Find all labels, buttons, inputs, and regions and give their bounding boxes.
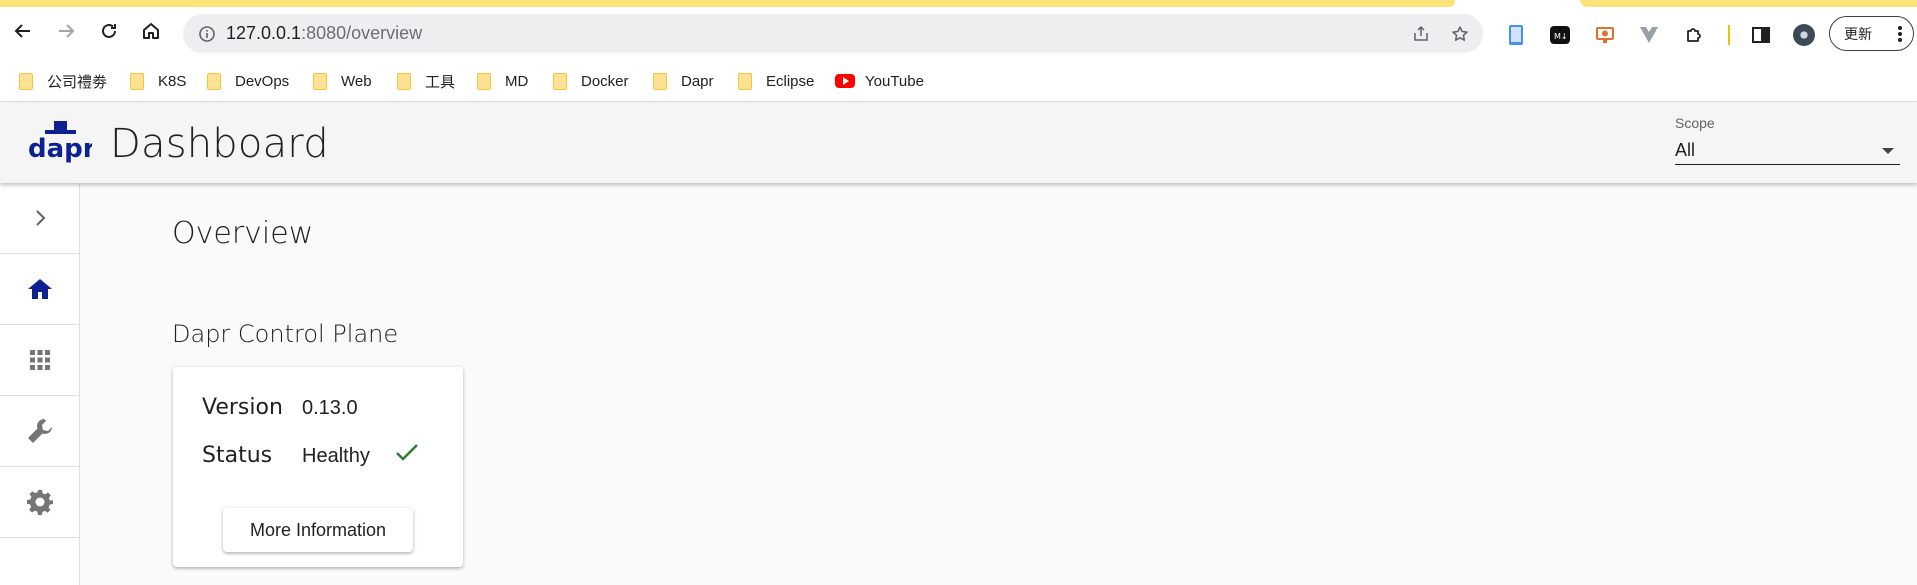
main-content: Overview Dapr Control Plane Version 0.13…: [81, 183, 1917, 585]
address-bar[interactable]: 127.0.0.1:8080/overview: [183, 14, 1483, 53]
more-information-label: More Information: [249, 519, 387, 540]
home-button[interactable]: [139, 19, 163, 43]
bookmark-item[interactable]: MD: [477, 70, 528, 92]
puzzle-extensions-icon[interactable]: [1683, 24, 1705, 46]
forward-button[interactable]: [54, 19, 78, 43]
bookmark-item[interactable]: Web: [313, 70, 372, 92]
sidebar-expand-button[interactable]: [0, 183, 79, 254]
bookmark-label: Dapr: [681, 72, 714, 90]
markdown-extension-icon[interactable]: M↓: [1549, 24, 1571, 46]
vue-devtools-icon[interactable]: [1638, 24, 1660, 46]
settings-icon: [26, 490, 53, 515]
url-text[interactable]: 127.0.0.1:8080/overview: [226, 23, 422, 44]
bookmark-label: Web: [341, 72, 372, 90]
back-button[interactable]: [11, 19, 35, 43]
tab-strip: [0, 0, 1917, 7]
scope-value: All: [1675, 140, 1696, 160]
folder-icon: [738, 72, 752, 90]
tab-edge: [1580, 0, 1917, 7]
bookmark-item[interactable]: K8S: [130, 70, 186, 92]
browser-toolbar: 127.0.0.1:8080/overview M↓ 更新: [0, 7, 1917, 60]
bookmark-label: DevOps: [235, 72, 290, 90]
bookmark-star-icon[interactable]: [1450, 24, 1470, 44]
app-header: dapr Dashboard Scope All: [0, 103, 1917, 183]
bookmark-label: K8S: [158, 72, 187, 90]
update-button-label: 更新: [1844, 25, 1872, 42]
scope-dropdown[interactable]: All: [1675, 137, 1900, 165]
folder-icon: [653, 72, 667, 90]
arrow-right-icon: [59, 24, 75, 38]
folder-icon: [477, 72, 491, 90]
folder-icon: [130, 72, 144, 90]
bookmark-item[interactable]: Eclipse: [738, 70, 814, 92]
home-icon: [27, 279, 52, 299]
app-title: Dashboard: [110, 121, 329, 167]
control-plane-card: Version 0.13.0 Status Healthy More Infor…: [173, 367, 463, 567]
section-title: Dapr Control Plane: [172, 320, 399, 348]
wrench-icon: [27, 419, 52, 443]
bookmark-item[interactable]: Docker: [553, 70, 629, 92]
sidebar-item-settings[interactable]: [0, 467, 79, 538]
toolbar-divider: [1728, 25, 1730, 45]
apps-grid-icon: [29, 350, 50, 370]
reload-icon: [102, 23, 116, 38]
update-button[interactable]: 更新: [1829, 16, 1914, 51]
caret-down-icon: [1882, 147, 1894, 154]
scope-select[interactable]: Scope All: [1675, 115, 1900, 165]
reload-button[interactable]: [97, 19, 121, 43]
bookmark-item[interactable]: DevOps: [207, 70, 289, 92]
bookmark-item[interactable]: Dapr: [653, 70, 714, 92]
bookmark-label: YouTube: [865, 72, 924, 90]
profile-avatar-icon[interactable]: [1793, 24, 1815, 46]
sidebar-item-applications[interactable]: [0, 325, 79, 396]
url-path: :8080/overview: [301, 23, 423, 43]
bookmark-label: 公司禮劵: [47, 73, 108, 91]
version-label: Version: [202, 395, 283, 420]
version-value: 0.13.0: [302, 397, 358, 419]
phone-extension-icon[interactable]: [1505, 24, 1527, 46]
bookmark-item[interactable]: 工具: [397, 70, 455, 92]
monitor-extension-icon[interactable]: [1594, 24, 1616, 46]
more-information-button[interactable]: More Information: [223, 508, 413, 552]
bookmark-label: Docker: [581, 72, 629, 90]
bookmark-item[interactable]: 公司禮劵: [19, 70, 107, 92]
sidebar: [0, 183, 80, 585]
share-icon[interactable]: [1411, 24, 1431, 44]
dapr-logo-icon: dapr: [28, 121, 92, 164]
bookmark-label: 工具: [425, 73, 456, 91]
folder-icon: [19, 72, 33, 90]
more-vert-icon: [1898, 26, 1902, 42]
home-outline-icon: [143, 23, 159, 39]
bookmarks-bar: 公司禮劵 K8S DevOps Web 工具 MD Docker Dapr Ec…: [0, 60, 1917, 102]
version-row: Version 0.13.0: [202, 395, 358, 420]
folder-icon: [207, 72, 221, 90]
sidebar-item-overview[interactable]: [0, 254, 79, 325]
side-panel-icon[interactable]: [1750, 24, 1772, 46]
bookmark-item[interactable]: YouTube: [835, 70, 924, 92]
folder-icon: [553, 72, 567, 90]
arrow-left-icon: [14, 24, 30, 38]
status-label: Status: [202, 443, 273, 468]
folder-icon: [313, 72, 327, 90]
page-title: Overview: [172, 216, 314, 251]
folder-icon: [397, 72, 411, 90]
site-info-icon[interactable]: [198, 25, 216, 43]
logo-text: dapr: [28, 134, 92, 164]
bookmark-label: Eclipse: [766, 72, 815, 90]
healthy-check-icon: [396, 444, 418, 461]
sidebar-item-components[interactable]: [0, 396, 79, 467]
svg-text:M↓: M↓: [1554, 32, 1568, 41]
youtube-icon: [835, 74, 855, 88]
url-host: 127.0.0.1: [226, 23, 302, 43]
chevron-right-icon: [35, 210, 45, 226]
status-row: Status Healthy: [202, 443, 370, 468]
active-tab-edge: [0, 0, 1455, 7]
scope-label: Scope: [1675, 115, 1715, 131]
bookmark-label: MD: [505, 72, 529, 90]
status-value: Healthy: [302, 445, 370, 467]
